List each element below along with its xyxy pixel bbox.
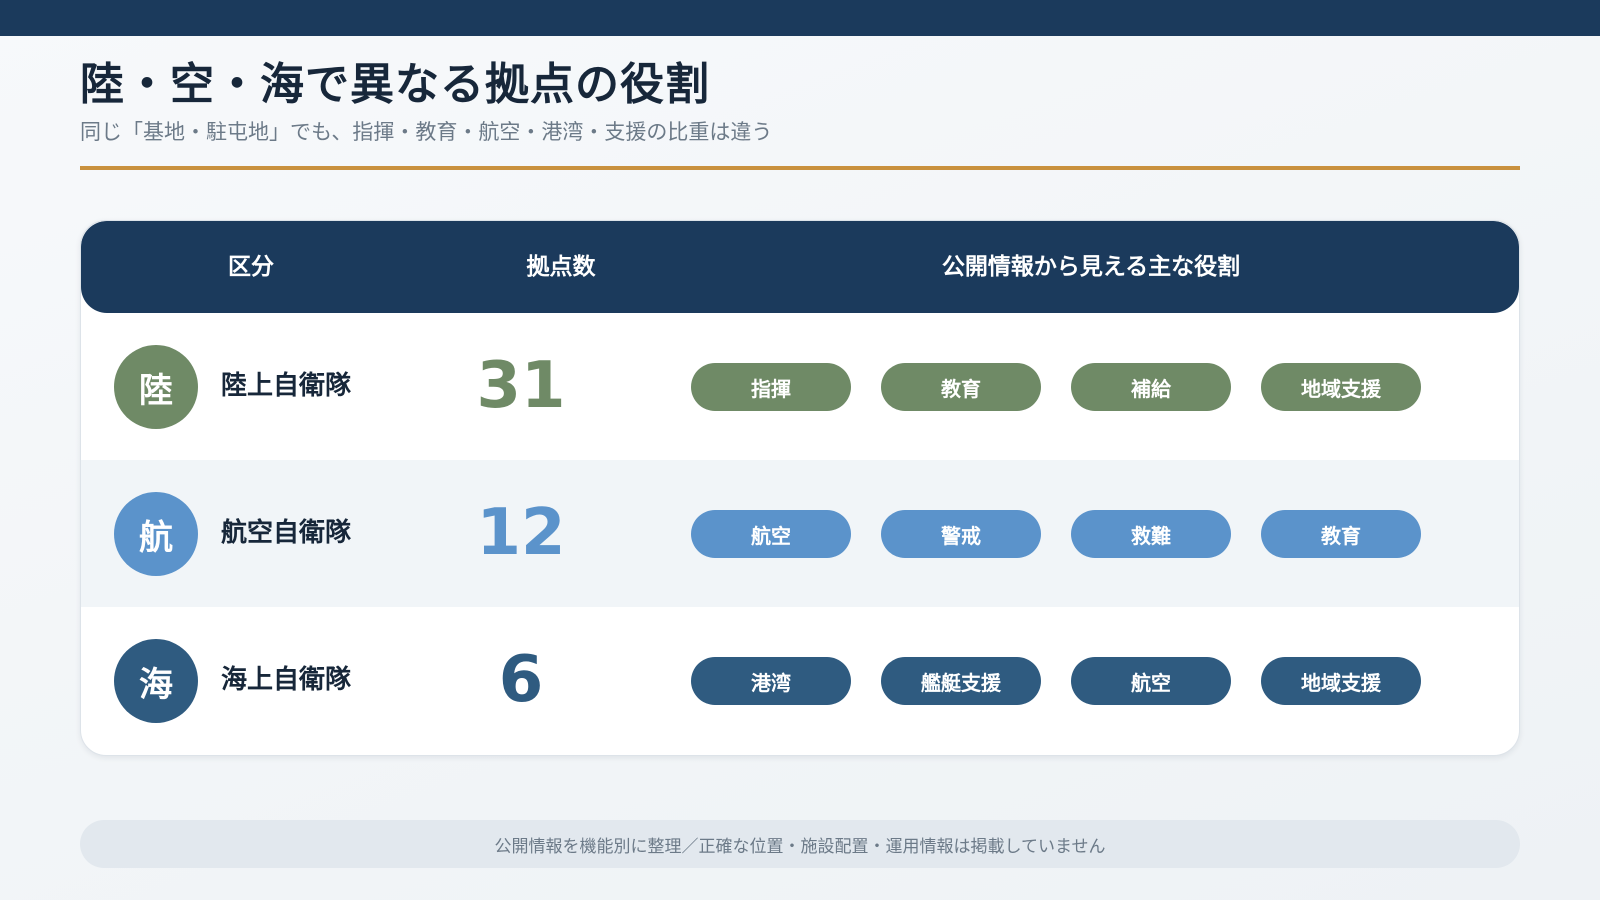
role-tag: 指揮 [691, 363, 851, 411]
base-count: 31 [476, 349, 566, 423]
footer-note: 公開情報を機能別に整理／正確な位置・施設配置・運用情報は掲載していません [80, 820, 1520, 868]
role-tag: 教育 [881, 363, 1041, 411]
role-tags: 指揮 教育 補給 地域支援 [691, 363, 1421, 411]
table-header: 区分 拠点数 公開情報から見える主な役割 [81, 221, 1519, 313]
column-header-roles: 公開情報から見える主な役割 [941, 254, 1241, 280]
unit-badge: 陸 [114, 345, 198, 429]
role-tag: 航空 [1071, 657, 1231, 705]
table-row-ground: 陸 陸上自衛隊 31 指揮 教育 補給 地域支援 [81, 313, 1519, 460]
role-tags: 航空 警戒 救難 教育 [691, 510, 1421, 558]
unit-name: 航空自衛隊 [221, 518, 352, 548]
role-tag: 艦艇支援 [881, 657, 1041, 705]
unit-badge: 海 [114, 639, 198, 723]
role-tag: 港湾 [691, 657, 851, 705]
role-tag: 地域支援 [1261, 657, 1421, 705]
unit-badge: 航 [114, 492, 198, 576]
role-tag: 地域支援 [1261, 363, 1421, 411]
top-bar [0, 0, 1600, 36]
table-row-maritime: 海 海上自衛隊 6 港湾 艦艇支援 航空 地域支援 [81, 607, 1519, 754]
role-tag: 救難 [1071, 510, 1231, 558]
title-divider [80, 166, 1520, 170]
unit-name: 海上自衛隊 [221, 665, 352, 695]
base-count: 12 [476, 496, 566, 570]
role-tag: 航空 [691, 510, 851, 558]
column-header-count: 拠点数 [526, 254, 596, 280]
unit-name: 陸上自衛隊 [221, 371, 352, 401]
page-title: 陸・空・海で異なる拠点の役割 [80, 59, 710, 110]
role-tag: 補給 [1071, 363, 1231, 411]
roles-table: 区分 拠点数 公開情報から見える主な役割 陸 陸上自衛隊 31 指揮 教育 補給… [80, 220, 1520, 756]
role-tags: 港湾 艦艇支援 航空 地域支援 [691, 657, 1421, 705]
page-subtitle: 同じ「基地・駐屯地」でも、指揮・教育・航空・港湾・支援の比重は違う [80, 120, 773, 144]
base-count: 6 [498, 643, 544, 717]
role-tag: 教育 [1261, 510, 1421, 558]
role-tag: 警戒 [881, 510, 1041, 558]
table-row-air: 航 航空自衛隊 12 航空 警戒 救難 教育 [81, 460, 1519, 607]
column-header-category: 区分 [228, 254, 274, 280]
